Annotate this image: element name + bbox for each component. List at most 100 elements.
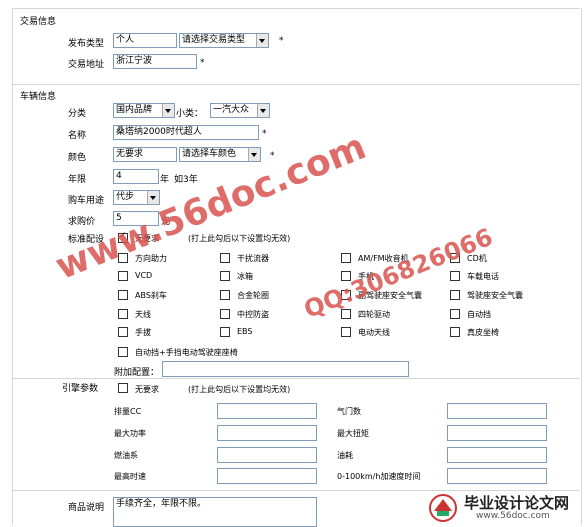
standard-option-label: 天线 xyxy=(135,310,151,319)
engine-param-label: 油耗 xyxy=(337,451,353,460)
engine-param-input[interactable] xyxy=(447,403,547,419)
engine-param-input[interactable] xyxy=(217,425,317,441)
engine-param-input[interactable] xyxy=(217,447,317,463)
chevron-down-icon xyxy=(248,148,260,161)
category-select-value: 国内品牌 xyxy=(116,105,153,115)
divider xyxy=(12,378,580,379)
engine-no-req-checkbox[interactable] xyxy=(118,383,128,393)
engine-param-input[interactable] xyxy=(217,468,317,484)
required-star: * xyxy=(262,129,267,139)
standard-option-checkbox[interactable] xyxy=(341,253,351,263)
standard-option-checkbox[interactable] xyxy=(450,271,460,281)
engine-param-label: 最大扭矩 xyxy=(337,429,369,438)
standard-option-checkbox[interactable] xyxy=(220,327,230,337)
engine-param-input[interactable] xyxy=(447,447,547,463)
standard-option-checkbox[interactable] xyxy=(450,327,460,337)
section-trade-title: 交易信息 xyxy=(20,17,57,27)
subcategory-select[interactable]: 一汽大众 xyxy=(210,103,270,118)
wide-option-checkbox[interactable] xyxy=(118,347,128,357)
engine-param-input[interactable] xyxy=(447,425,547,441)
chevron-down-icon xyxy=(257,104,269,117)
standard-option-label: 驾驶座安全气囊 xyxy=(467,291,523,300)
age-label: 年限 xyxy=(68,175,87,185)
engine-param-input[interactable] xyxy=(217,403,317,419)
site-logo: 毕业设计论文网 www.56doc.com xyxy=(420,490,586,525)
standard-option-label: 自动挡 xyxy=(467,310,491,319)
divider xyxy=(12,8,580,9)
standard-option-label: 真皮坐椅 xyxy=(467,328,499,337)
trade-type-select-value: 请选择交易类型 xyxy=(182,35,246,45)
standard-option-label: 干扰流器 xyxy=(237,254,269,263)
car-color-select[interactable]: 请选择车颜色 xyxy=(179,147,261,162)
extra-config-label: 附加配置： xyxy=(114,368,160,378)
standard-option-checkbox[interactable] xyxy=(220,271,230,281)
engine-no-req-label: 无要求 xyxy=(135,385,159,394)
standard-option-checkbox[interactable] xyxy=(341,327,351,337)
engine-param-input[interactable] xyxy=(447,468,547,484)
standard-option-label: 四轮驱动 xyxy=(358,310,390,319)
standard-option-checkbox[interactable] xyxy=(450,290,460,300)
wide-option-label: 自动挡+手挡电动驾驶座座椅 xyxy=(135,348,238,357)
standard-option-label: 车载电话 xyxy=(467,272,499,281)
standard-option-label: ABS刹车 xyxy=(135,291,167,300)
engine-param-label: 0-100km/h加速度时间 xyxy=(337,472,421,481)
required-star: * xyxy=(279,36,284,46)
trade-address-input[interactable]: 浙江宁波 xyxy=(113,54,197,69)
standard-option-label: EBS xyxy=(237,327,253,336)
standard-option-checkbox[interactable] xyxy=(118,290,128,300)
divider xyxy=(12,84,580,85)
standard-option-checkbox[interactable] xyxy=(118,271,128,281)
standard-option-checkbox[interactable] xyxy=(118,327,128,337)
color-input[interactable]: 无要求 xyxy=(113,147,177,162)
category-select[interactable]: 国内品牌 xyxy=(113,103,175,118)
standard-option-checkbox[interactable] xyxy=(450,309,460,319)
standard-option-label: 合金轮圈 xyxy=(237,291,269,300)
standard-option-checkbox[interactable] xyxy=(220,309,230,319)
usage-select-value: 代步 xyxy=(116,192,135,202)
logo-emblem-icon xyxy=(429,494,457,522)
subcategory-label: 小类： xyxy=(176,109,204,119)
chevron-down-icon xyxy=(256,34,268,47)
name-label: 名称 xyxy=(68,131,87,141)
standard-option-label: VCD xyxy=(135,271,153,280)
age-unit: 年 xyxy=(160,175,170,185)
usage-label: 购车用途 xyxy=(68,196,105,206)
standard-option-checkbox[interactable] xyxy=(220,253,230,263)
car-color-select-value: 请选择车颜色 xyxy=(182,149,237,159)
usage-select[interactable]: 代步 xyxy=(113,190,160,205)
publish-type-label: 发布类型 xyxy=(68,39,105,49)
engine-param-label: 燃油系 xyxy=(114,451,138,460)
subcategory-select-value: 一汽大众 xyxy=(213,105,250,115)
publish-type-input[interactable]: 个人 xyxy=(113,33,177,48)
standard-option-label: 冰箱 xyxy=(237,272,253,281)
standard-option-label: 电动天线 xyxy=(358,328,390,337)
standard-no-req-note: (打上此勾后以下设置均无效) xyxy=(188,234,291,243)
required-star: * xyxy=(200,58,205,68)
chevron-down-icon xyxy=(147,191,159,204)
trade-type-select[interactable]: 请选择交易类型 xyxy=(179,33,269,48)
price-label: 求购价 xyxy=(68,217,96,227)
logo-title: 毕业设计论文网 xyxy=(464,494,570,512)
age-input[interactable]: 4 xyxy=(113,169,159,184)
logo-url: www.56doc.com xyxy=(476,511,550,521)
standard-option-label: 手拔 xyxy=(135,328,151,337)
standard-option-checkbox[interactable] xyxy=(220,290,230,300)
category-label: 分类 xyxy=(68,109,87,119)
section-vehicle-title: 车辆信息 xyxy=(20,92,57,102)
name-input[interactable]: 桑塔纳2000时代超人 xyxy=(113,125,259,140)
engine-label: 引擎参数 xyxy=(62,384,99,394)
engine-param-label: 最高时速 xyxy=(114,472,146,481)
standard-option-label: 中控防盗 xyxy=(237,310,269,319)
standard-option-checkbox[interactable] xyxy=(118,309,128,319)
extra-config-input[interactable] xyxy=(162,361,409,377)
description-label: 商品说明 xyxy=(68,503,105,513)
color-label: 颜色 xyxy=(68,153,87,163)
age-note: 如3年 xyxy=(174,175,198,185)
description-textarea[interactable]: 手续齐全，年限不限。 xyxy=(113,497,317,527)
engine-param-label: 最大功率 xyxy=(114,429,146,438)
engine-param-label: 气门数 xyxy=(337,407,361,416)
engine-no-req-note: (打上此勾后以下设置均无效) xyxy=(188,385,291,394)
trade-address-label: 交易地址 xyxy=(68,60,105,70)
chevron-down-icon xyxy=(162,104,174,117)
engine-param-label: 排量CC xyxy=(114,407,142,416)
